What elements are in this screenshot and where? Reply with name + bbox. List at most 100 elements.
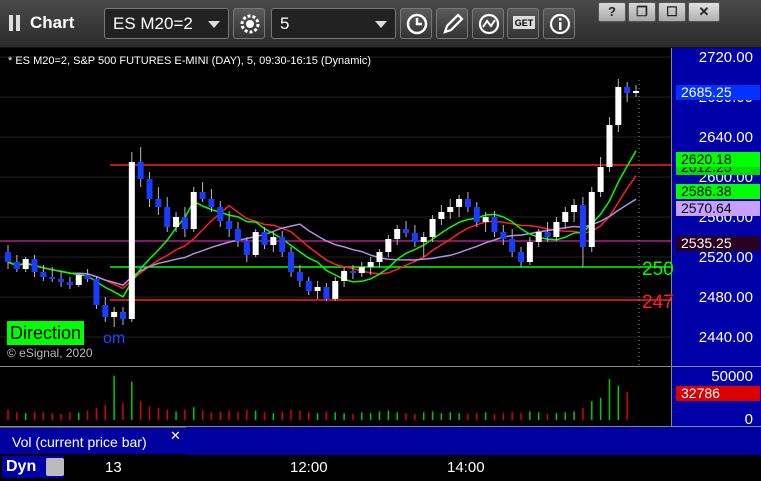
candle-body: [75, 275, 82, 285]
candle-body: [341, 271, 348, 281]
candle-body: [234, 229, 241, 241]
candle-body: [403, 229, 410, 233]
price-tick: 2480.00: [698, 289, 753, 306]
info-icon: [549, 13, 571, 35]
candle-body: [49, 277, 56, 279]
candle-body: [535, 232, 542, 242]
candle-body: [243, 241, 250, 255]
candle-body: [588, 192, 595, 247]
candle-body: [252, 232, 259, 255]
close-icon[interactable]: ✕: [170, 428, 181, 444]
candle-body: [208, 199, 215, 207]
maximize-button[interactable]: ☐: [658, 2, 686, 22]
settings-button[interactable]: [233, 8, 265, 39]
candle-body: [544, 232, 551, 237]
time-template-button[interactable]: [400, 8, 432, 39]
candle-body: [40, 272, 47, 277]
candle-body: [553, 222, 560, 237]
candle-body: [491, 217, 498, 232]
price-tag: 2535.25: [676, 236, 760, 251]
chevron-down-icon: [208, 21, 220, 28]
candle-body: [518, 252, 525, 262]
candle-body: [624, 87, 631, 93]
gear-icon: [240, 14, 260, 34]
chart-toolbar: Chart ES M20=2 5 GET ? ❐ ☐ ✕: [0, 0, 761, 48]
info-button[interactable]: [543, 8, 575, 39]
chevron-down-icon: [375, 21, 387, 28]
candle-body: [420, 237, 427, 242]
candle-body: [261, 232, 268, 245]
dynamic-label: Dyn: [6, 458, 37, 475]
volume-tick: 50000: [711, 368, 753, 385]
candle-body: [482, 217, 489, 222]
restore-button[interactable]: ❐: [628, 2, 656, 22]
candle-body: [367, 262, 374, 267]
candle-body: [323, 287, 330, 299]
candle-body: [5, 252, 11, 262]
candle-body: [66, 282, 73, 285]
candle-body: [500, 232, 507, 239]
svg-text:GET: GET: [515, 18, 534, 28]
interval-value: 5: [280, 14, 290, 33]
time-tick: 12:00: [290, 459, 328, 476]
candle-body: [288, 252, 295, 272]
candle-body: [571, 205, 578, 212]
level-label: 250: [642, 259, 674, 280]
volume-tag: 32786: [676, 386, 760, 401]
dynamic-toggle[interactable]: Dyn: [2, 456, 64, 478]
candle-body: [146, 179, 153, 199]
draw-tool-button[interactable]: [436, 8, 468, 39]
symbol-input[interactable]: ES M20=2: [104, 8, 229, 39]
candle-body: [385, 239, 392, 252]
candle-body: [84, 275, 91, 279]
studies-button[interactable]: [472, 8, 504, 39]
candle-body: [429, 219, 436, 237]
candle-body: [438, 212, 445, 219]
candle-body: [606, 125, 613, 167]
data-request-button[interactable]: GET: [507, 8, 539, 39]
volume-tick: 0: [744, 411, 753, 428]
candle-body: [102, 305, 109, 317]
copyright: © eSignal, 2020: [7, 346, 93, 360]
candle-body: [190, 192, 197, 229]
help-button[interactable]: ?: [598, 2, 626, 22]
candle-body: [358, 267, 365, 273]
pencil-icon: [443, 13, 464, 34]
candle-body: [394, 229, 401, 239]
candle-body: [314, 287, 321, 291]
study-label-tail: om: [103, 330, 126, 347]
candle-body: [111, 312, 118, 317]
candle-body: [464, 199, 471, 207]
price-tick: 2640.00: [698, 129, 753, 146]
candle-body: [173, 217, 180, 227]
candle-body: [217, 207, 224, 221]
candle-body: [226, 221, 233, 229]
symbol-value: ES M20=2: [113, 14, 193, 33]
candle-body: [526, 242, 533, 262]
candle-body: [633, 91, 639, 93]
price-tag: 2586.38: [676, 184, 760, 199]
lock-icon[interactable]: [46, 458, 64, 476]
level-label: 247: [642, 292, 674, 313]
price-tick: 2720.00: [698, 49, 753, 66]
close-button[interactable]: ✕: [688, 2, 720, 22]
clock-icon: [406, 13, 428, 35]
candle-body: [93, 279, 100, 305]
volume-panel-label: Vol (current price bar): [0, 427, 186, 454]
candle-body: [31, 259, 38, 272]
candle-body: [155, 199, 162, 207]
get-icon: GET: [513, 16, 535, 29]
study-icon: [478, 13, 500, 35]
candle-body: [376, 252, 383, 262]
candle-body: [597, 167, 604, 192]
volume-panel-title: Vol (current price bar): [12, 434, 147, 450]
candle-body: [137, 162, 144, 179]
candle-body: [270, 237, 277, 245]
candle-body: [615, 87, 622, 125]
window-title: Chart: [30, 13, 75, 32]
candle-body: [128, 162, 135, 319]
candle-body: [332, 281, 339, 299]
time-tick: 14:00: [447, 459, 485, 476]
interval-input[interactable]: 5: [271, 8, 396, 39]
candle-body: [447, 207, 454, 212]
